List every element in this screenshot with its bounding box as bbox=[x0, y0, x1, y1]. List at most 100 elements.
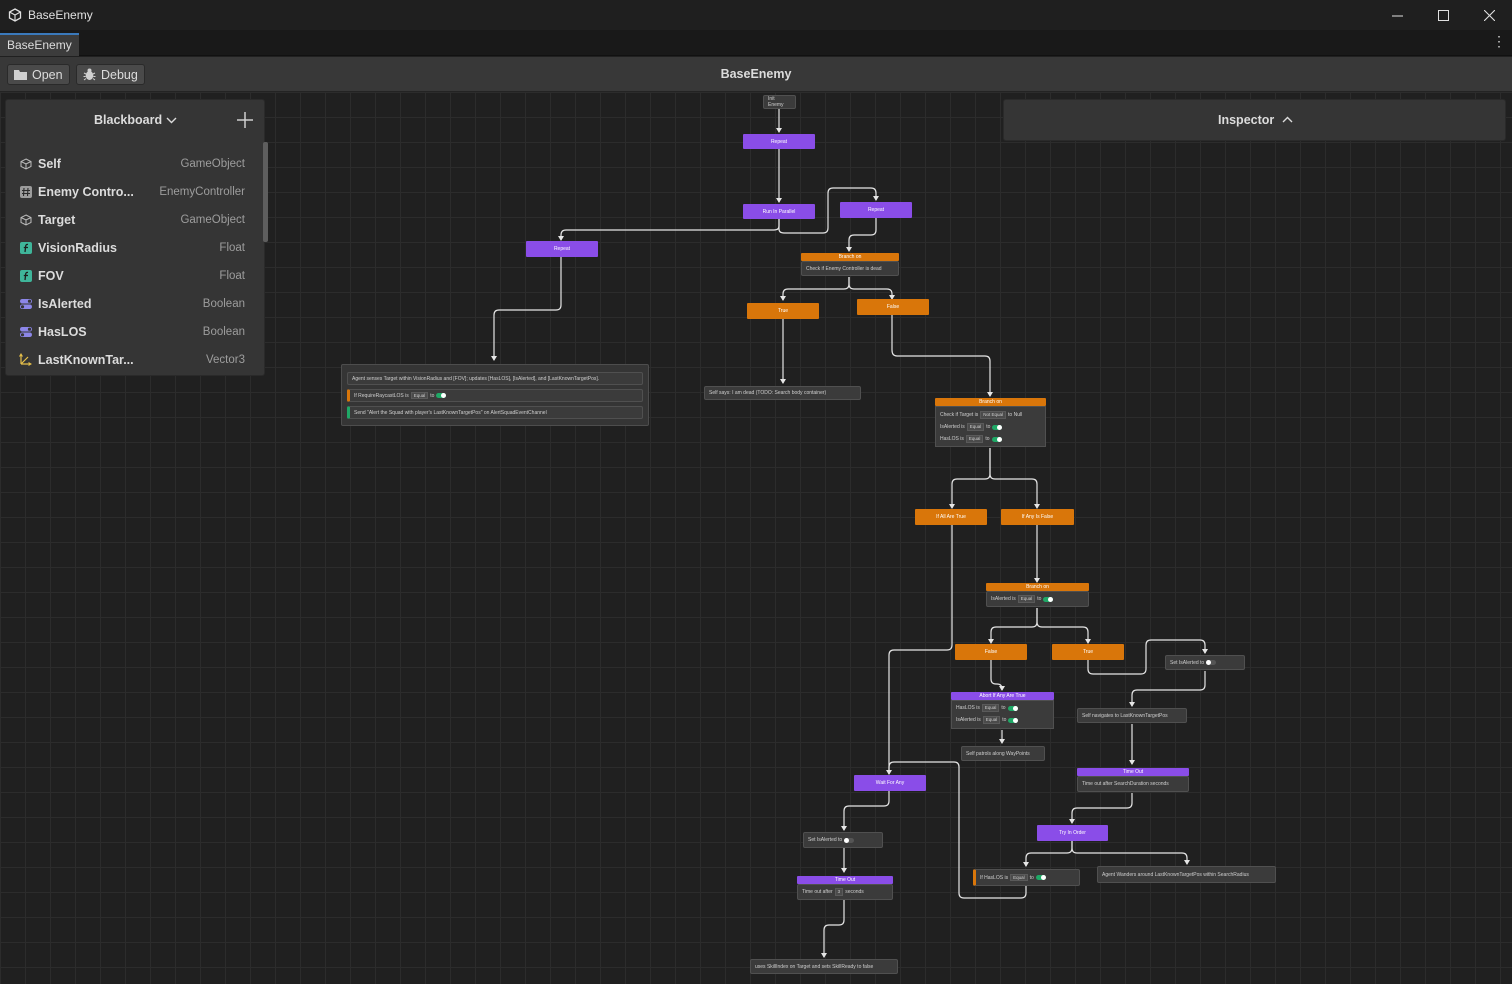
folder-icon bbox=[14, 70, 27, 80]
agent-wanders-node[interactable]: Agent Wanders around LastKnownTargetPos … bbox=[1097, 866, 1276, 883]
timeout-2-value[interactable]: 3 bbox=[834, 888, 844, 896]
use-skill-node[interactable]: uses SkillIndex on Target and sets Skill… bbox=[750, 959, 898, 974]
maximize-button[interactable] bbox=[1420, 0, 1466, 30]
blackboard-scrollbar[interactable] bbox=[263, 142, 268, 242]
false-node-2[interactable]: False bbox=[955, 644, 1027, 660]
all-true-node[interactable]: If All Are True bbox=[915, 509, 987, 525]
branch-3-toggle[interactable] bbox=[1043, 596, 1054, 602]
abort-row1-toggle[interactable] bbox=[1007, 705, 1018, 711]
hash-icon bbox=[19, 185, 32, 198]
set-isalerted-node-1[interactable]: Set IsAlerted to bbox=[1165, 655, 1245, 670]
haslos-condition-label: If HasLOS is bbox=[980, 874, 1009, 881]
branch-2-row3-toggle[interactable] bbox=[991, 436, 1002, 442]
true-node-2[interactable]: True bbox=[1052, 644, 1124, 660]
branch-node-2[interactable]: Branch on Check if Target is Not Equal to … bbox=[935, 398, 1046, 447]
branch-2-row-target: Check if Target is Not Equal to Null bbox=[940, 409, 1041, 421]
toggle-icon bbox=[19, 325, 32, 338]
branch-node-3[interactable]: Branch on IsAlerted is Equal to bbox=[986, 583, 1089, 607]
branch-2-row2-operator[interactable]: Equal bbox=[966, 423, 985, 431]
close-button[interactable] bbox=[1466, 0, 1512, 30]
blackboard-variable-row[interactable]: LastKnownTar... Vector3 bbox=[6, 346, 256, 374]
variable-name: Enemy Contro... bbox=[38, 185, 134, 199]
sensor-condition-toggle[interactable] bbox=[436, 393, 447, 398]
blackboard-variable-row[interactable]: IsAlerted Boolean bbox=[6, 290, 256, 318]
timeout-node-2[interactable]: Time Out Time out after 3 seconds bbox=[797, 876, 893, 900]
blackboard-title[interactable]: Blackboard bbox=[94, 113, 162, 127]
variable-name: Self bbox=[38, 157, 61, 171]
inspector-panel: Inspector bbox=[1003, 99, 1506, 141]
variable-type: Boolean bbox=[202, 298, 245, 310]
timeout-2-body: Time out after 3 seconds bbox=[797, 884, 893, 900]
variable-type: Boolean bbox=[202, 326, 245, 338]
chevron-down-icon[interactable] bbox=[166, 115, 177, 126]
sensor-node[interactable]: Agent senses Target within VisionRadius … bbox=[341, 364, 649, 426]
timeout-node-1[interactable]: Time Out Time out after SearchDuration s… bbox=[1077, 768, 1189, 792]
self-patrols-node[interactable]: Self patrols along WayPoints bbox=[961, 746, 1045, 761]
inspector-title[interactable]: Inspector bbox=[1218, 113, 1274, 127]
run-in-parallel-node[interactable]: Run In Parallel bbox=[743, 204, 815, 219]
chevron-up-icon[interactable] bbox=[1282, 114, 1293, 125]
branch-3-operator[interactable]: Equal bbox=[1017, 595, 1036, 603]
blackboard-variable-row[interactable]: HasLOS Boolean bbox=[6, 318, 256, 346]
blackboard-variable-row[interactable]: Target GameObject bbox=[6, 206, 256, 234]
blackboard-variable-row[interactable]: VisionRadius Float bbox=[6, 234, 256, 262]
branch-2-row3-operator[interactable]: Equal bbox=[965, 435, 984, 443]
graph-title: BaseEnemy bbox=[720, 67, 792, 81]
branch-3-row-label: IsAlerted is bbox=[991, 596, 1016, 602]
timeout-2-header: Time Out bbox=[797, 876, 893, 884]
haslos-condition-operator[interactable]: Equal bbox=[1010, 874, 1028, 881]
variable-name: Target bbox=[38, 213, 76, 227]
true-node-1[interactable]: True bbox=[747, 303, 819, 319]
abort-row2-toggle[interactable] bbox=[1008, 717, 1019, 723]
wait-for-any-node[interactable]: Wait For Any bbox=[854, 775, 926, 791]
branch-node-1[interactable]: Branch on Check if Enemy Controller is d… bbox=[801, 253, 899, 276]
abort-row2-operator[interactable]: Equal bbox=[982, 716, 1001, 724]
branch-2-row1-operator[interactable]: Not Equal bbox=[980, 411, 1007, 419]
haslos-condition-toggle[interactable] bbox=[1035, 875, 1046, 880]
repeat-node-1[interactable]: Repeat bbox=[743, 134, 815, 149]
float-icon bbox=[19, 241, 32, 254]
branch-2-row1-label: Check if Target is bbox=[940, 412, 979, 418]
self-navigates-node[interactable]: Self navigates to LastKnownTargetPos bbox=[1077, 708, 1187, 723]
abort-row-isalerted: IsAlerted is Equal to bbox=[956, 714, 1049, 726]
repeat-node-2[interactable]: Repeat bbox=[840, 202, 912, 218]
blackboard-variable-row[interactable]: Self GameObject bbox=[6, 150, 256, 178]
minimize-icon bbox=[1391, 15, 1403, 16]
more-options-icon[interactable]: ⋮ bbox=[1492, 33, 1506, 50]
any-false-node[interactable]: If Any Is False bbox=[1001, 509, 1074, 525]
try-in-order-node[interactable]: Try In Order bbox=[1037, 825, 1108, 841]
abort-row1-operator[interactable]: Equal bbox=[981, 704, 1000, 712]
variable-type: EnemyController bbox=[159, 186, 245, 198]
debug-button[interactable]: Debug bbox=[76, 64, 145, 85]
set-isalerted-node-2[interactable]: Set IsAlerted to bbox=[803, 832, 883, 848]
open-button[interactable]: Open bbox=[7, 64, 70, 85]
blackboard-variable-row[interactable]: FOV Float bbox=[6, 262, 256, 290]
blackboard-variable-row[interactable]: Enemy Contro... EnemyController bbox=[6, 178, 256, 206]
toggle-icon bbox=[19, 297, 32, 310]
self-says-node[interactable]: Self says: I am dead (TODO: Search body … bbox=[704, 386, 861, 400]
abort-row2-to: to bbox=[1002, 717, 1007, 723]
sensor-condition-label: If RequireRaycastLOS is bbox=[354, 392, 409, 399]
timeout-1-header: Time Out bbox=[1077, 768, 1189, 776]
open-button-label: Open bbox=[32, 67, 63, 82]
tab-baseenemy[interactable]: BaseEnemy bbox=[0, 33, 79, 56]
branch-1-header: Branch on bbox=[801, 253, 899, 261]
cube-icon bbox=[19, 213, 32, 226]
blackboard-panel: Blackboard Self GameObject Enemy Contro...… bbox=[5, 99, 268, 376]
variable-type: Vector3 bbox=[206, 354, 245, 366]
abort-node[interactable]: Abort If Any Are True HasLOS is Equal to I… bbox=[951, 692, 1054, 729]
haslos-condition-node[interactable]: If HasLOS is Equal to bbox=[973, 869, 1080, 886]
sensor-condition-operator[interactable]: Equal bbox=[410, 391, 429, 400]
false-node-1[interactable]: False bbox=[857, 299, 929, 315]
variable-name: VisionRadius bbox=[38, 241, 117, 255]
init-enemy-node[interactable]: Init Enemy bbox=[763, 95, 796, 109]
branch-2-row2-toggle[interactable] bbox=[992, 424, 1003, 430]
set-isalerted-2-label: Set IsAlerted to bbox=[808, 837, 843, 843]
unity-icon bbox=[8, 8, 22, 22]
set-isalerted-2-toggle[interactable] bbox=[844, 837, 855, 843]
minimize-button[interactable] bbox=[1374, 0, 1420, 30]
repeat-node-3[interactable]: Repeat bbox=[526, 241, 598, 257]
abort-row-haslos: HasLOS is Equal to bbox=[956, 702, 1049, 714]
add-variable-icon[interactable] bbox=[236, 111, 254, 129]
set-isalerted-1-toggle[interactable] bbox=[1206, 660, 1217, 665]
